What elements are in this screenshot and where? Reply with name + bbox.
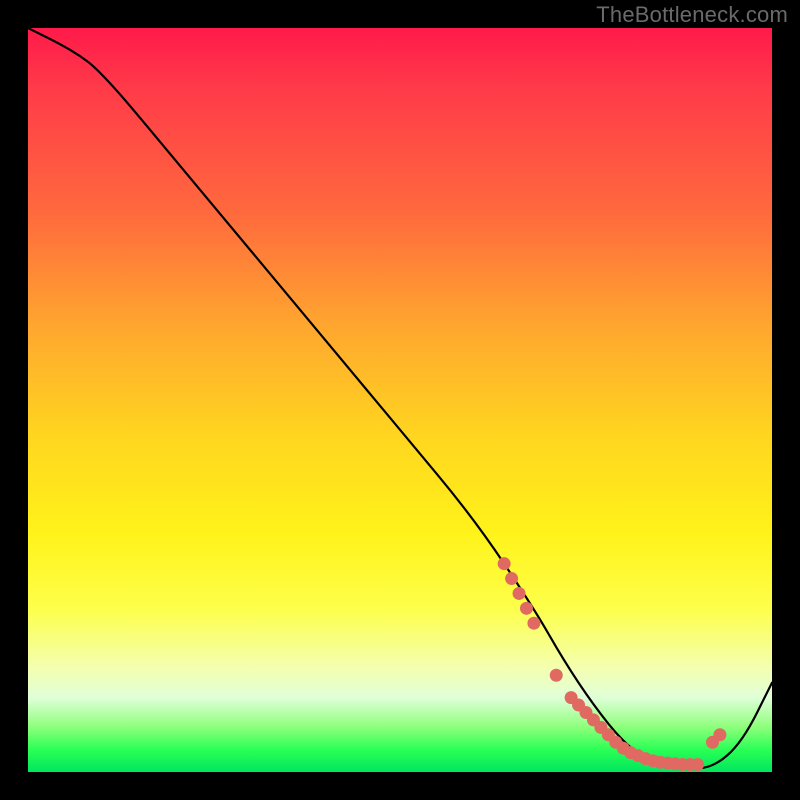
marker-dot — [505, 572, 518, 585]
marker-dot — [550, 669, 563, 682]
marker-dot — [691, 758, 704, 771]
marker-dot — [527, 617, 540, 630]
chart-frame: TheBottleneck.com — [0, 0, 800, 800]
curve-overlay — [28, 28, 772, 772]
marker-dot — [713, 728, 726, 741]
marker-dots — [498, 557, 727, 771]
marker-dot — [520, 602, 533, 615]
marker-dot — [498, 557, 511, 570]
marker-dot — [513, 587, 526, 600]
bottleneck-curve — [28, 28, 772, 768]
watermark-text: TheBottleneck.com — [596, 2, 788, 28]
